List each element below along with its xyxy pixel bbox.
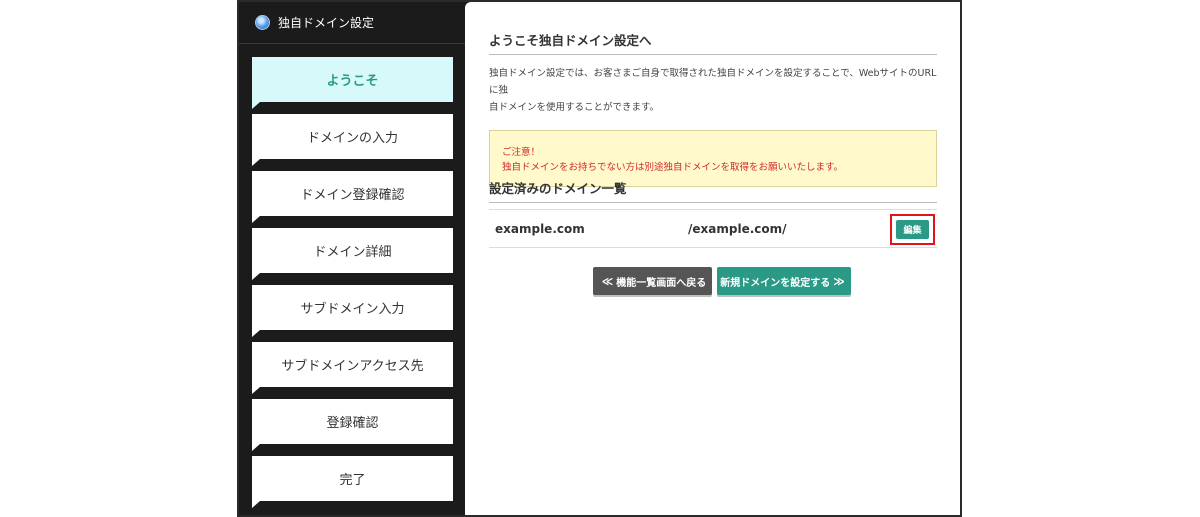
step-subdomain-input[interactable]: サブドメイン入力	[252, 285, 453, 337]
edit-button[interactable]: 編集	[896, 220, 929, 239]
domain-row: example.com /example.com/ 編集	[489, 209, 937, 248]
step-label: ドメイン登録確認	[300, 188, 405, 203]
intro-text: 独自ドメイン設定では、お客さまご自身で取得された独自ドメインを設定することで、W…	[489, 65, 937, 116]
back-to-menu-button[interactable]: ≪ 機能一覧画面へ戻る	[593, 267, 712, 295]
domain-path: /example.com/	[688, 221, 787, 236]
step-label: ドメインの入力	[306, 131, 398, 146]
sidebar-header: 独自ドメイン設定	[239, 2, 465, 44]
notice-title: ご注意！	[502, 147, 541, 158]
new-domain-button[interactable]: 新規ドメインを設定する ≫	[717, 267, 851, 295]
new-button-label: 新規ドメインを設定する	[720, 277, 831, 289]
step-label: 登録確認	[326, 416, 379, 431]
step-domain-detail[interactable]: ドメイン詳細	[252, 228, 453, 280]
step-domain-confirm[interactable]: ドメイン登録確認	[252, 171, 453, 223]
step-label: サブドメイン入力	[300, 302, 405, 317]
globe-icon	[255, 15, 270, 30]
domain-list-section: 設定済みのドメイン一覧	[489, 178, 937, 203]
welcome-section: ようこそ独自ドメイン設定へ 独自ドメイン設定では、お客さまご自身で取得された独自…	[489, 30, 937, 187]
app-window: 独自ドメイン設定 ようこそ ドメインの入力 ドメイン登録確認 ドメイン詳細 サブ…	[237, 0, 962, 517]
step-label: サブドメインアクセス先	[281, 359, 424, 374]
step-complete[interactable]: 完了	[252, 456, 453, 508]
double-chevron-right-icon: ≫	[833, 274, 845, 288]
step-domain-input[interactable]: ドメインの入力	[252, 114, 453, 166]
intro-line: 独自ドメイン設定では、お客さまご自身で取得された独自ドメインを設定することで、W…	[489, 68, 937, 96]
edit-button-highlight: 編集	[890, 214, 935, 245]
step-label: ドメイン詳細	[313, 245, 392, 260]
notice-text: 独自ドメインをお持ちでない方は別途独自ドメインを取得をお願いいたします。	[502, 162, 844, 173]
step-subdomain-access[interactable]: サブドメインアクセス先	[252, 342, 453, 394]
back-button-label: 機能一覧画面へ戻る	[616, 277, 707, 289]
main-content: ようこそ独自ドメイン設定へ 独自ドメイン設定では、お客さまご自身で取得された独自…	[465, 2, 960, 515]
step-welcome[interactable]: ようこそ	[252, 57, 453, 109]
intro-line: 自ドメインを使用することができます。	[489, 102, 660, 113]
sidebar: 独自ドメイン設定 ようこそ ドメインの入力 ドメイン登録確認 ドメイン詳細 サブ…	[239, 2, 465, 515]
app-title: 独自ドメイン設定	[278, 16, 375, 30]
step-registration-confirm[interactable]: 登録確認	[252, 399, 453, 451]
domain-list-title: 設定済みのドメイン一覧	[489, 178, 937, 203]
domain-list: example.com /example.com/ 編集	[489, 209, 937, 248]
step-label: 完了	[339, 473, 366, 488]
domain-name: example.com	[495, 221, 585, 236]
step-label: ようこそ	[326, 74, 379, 89]
double-chevron-left-icon: ≪	[601, 274, 614, 288]
welcome-title: ようこそ独自ドメイン設定へ	[489, 30, 937, 55]
